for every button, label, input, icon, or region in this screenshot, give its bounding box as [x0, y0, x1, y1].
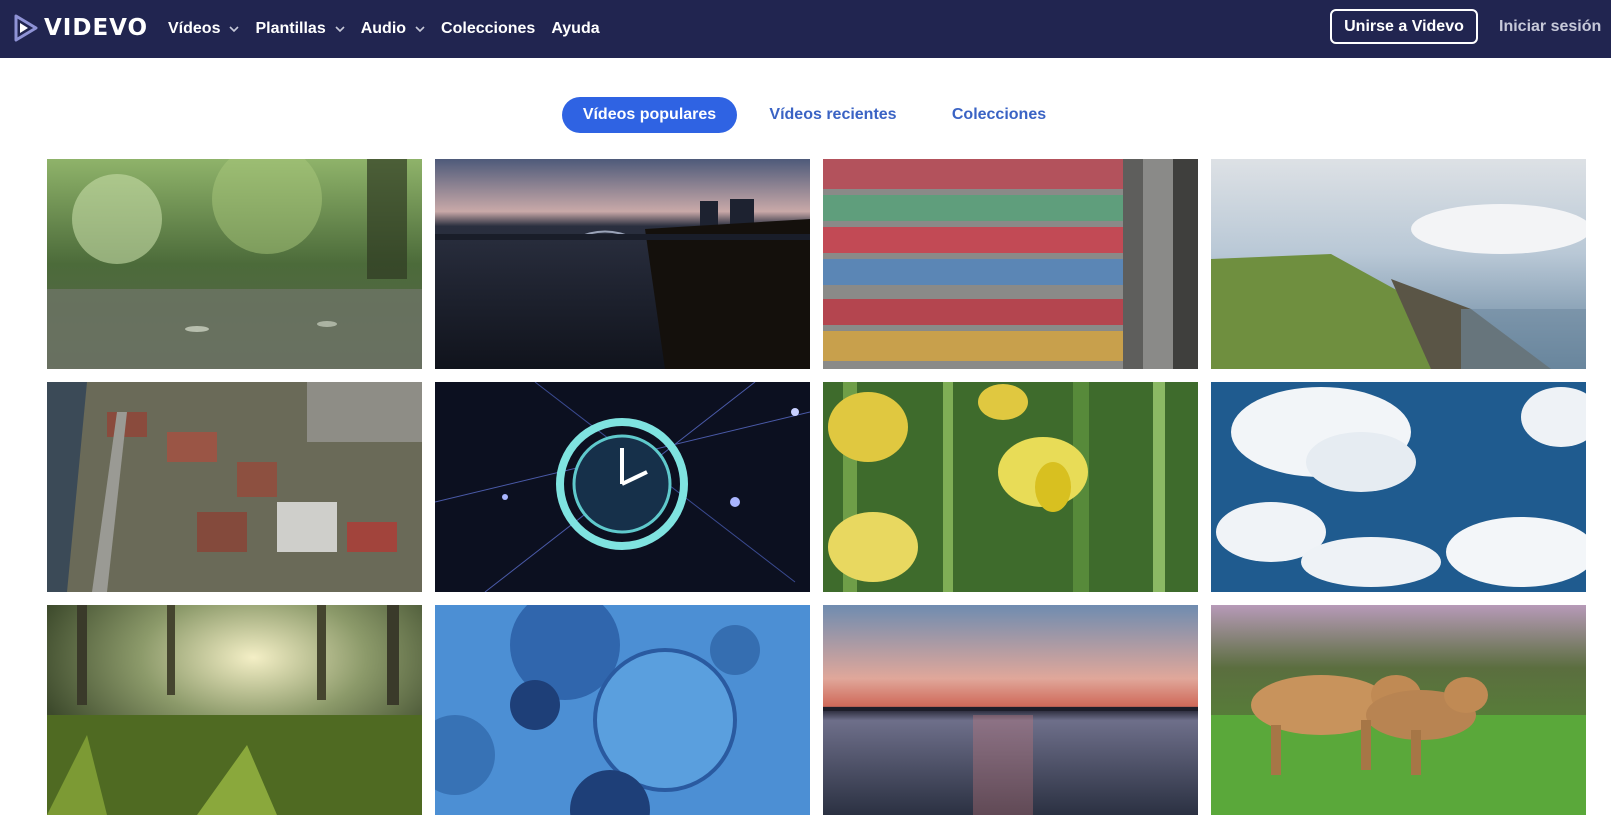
video-thumbnail-blue-cells[interactable] [435, 605, 810, 815]
shipping-containers-image [823, 159, 1198, 369]
nav-item-label: Vídeos [168, 20, 221, 37]
videvo-logo[interactable]: VIDEVO [14, 13, 148, 43]
nav-item-videos[interactable]: Vídeos [168, 20, 240, 38]
river-city-image [435, 159, 810, 369]
nav-item-label: Ayuda [551, 20, 600, 37]
video-thumbnail-river-dusk[interactable] [435, 159, 810, 369]
video-thumbnail-coastline[interactable] [1211, 159, 1586, 369]
nav-item-label: Colecciones [441, 20, 536, 37]
tab-recent-videos[interactable]: Vídeos recientes [752, 97, 914, 133]
daffodils-image [823, 382, 1198, 592]
clouds-sky-image [1211, 382, 1586, 592]
video-grid [47, 159, 1586, 820]
brand-name: VIDEVO [44, 15, 149, 41]
blue-cells-image [435, 605, 810, 815]
video-thumbnail-sunlit-grass[interactable] [47, 605, 422, 815]
coastline-image [1211, 159, 1586, 369]
nav-item-audio[interactable]: Audio [361, 20, 425, 38]
nav-item-label: Audio [360, 20, 407, 37]
nav-item-templates[interactable]: Plantillas [255, 20, 345, 38]
videvo-logo-icon [14, 14, 38, 42]
tab-popular-videos[interactable]: Vídeos populares [562, 97, 737, 133]
chevron-down-icon [229, 26, 240, 33]
top-navbar: VIDEVO Vídeos Plantillas Audio Coleccion… [0, 0, 1611, 58]
lionesses-image [1211, 605, 1586, 815]
video-thumbnail-clouds[interactable] [1211, 382, 1586, 592]
video-thumbnail-lionesses[interactable] [1211, 605, 1586, 815]
video-thumbnail-sunset-water[interactable] [823, 605, 1198, 815]
login-link[interactable]: Iniciar sesión [1499, 0, 1601, 54]
tab-collections[interactable]: Colecciones [938, 97, 1060, 133]
sunset-water-image [823, 605, 1198, 815]
content-tabs: Vídeos populares Vídeos recientes Colecc… [0, 97, 1611, 133]
video-thumbnail-clock[interactable] [435, 382, 810, 592]
sunlit-grass-image [47, 605, 422, 815]
video-thumbnail-campus-aerial[interactable] [47, 382, 422, 592]
nav-item-label: Plantillas [255, 20, 326, 37]
video-thumbnail-rain-drops[interactable] [47, 159, 422, 369]
glowing-clock-image [435, 382, 810, 592]
main-nav: Vídeos Plantillas Audio Colecciones Ayud… [168, 0, 616, 58]
video-thumbnail-daffodils[interactable] [823, 382, 1198, 592]
nav-item-collections[interactable]: Colecciones [441, 20, 535, 38]
join-button[interactable]: Unirse a Videvo [1330, 9, 1478, 44]
chevron-down-icon [415, 26, 425, 33]
rain-forest-image [47, 159, 422, 369]
nav-item-help[interactable]: Ayuda [551, 20, 599, 38]
chevron-down-icon [335, 26, 345, 33]
campus-aerial-image [47, 382, 422, 592]
video-thumbnail-containers[interactable] [823, 159, 1198, 369]
